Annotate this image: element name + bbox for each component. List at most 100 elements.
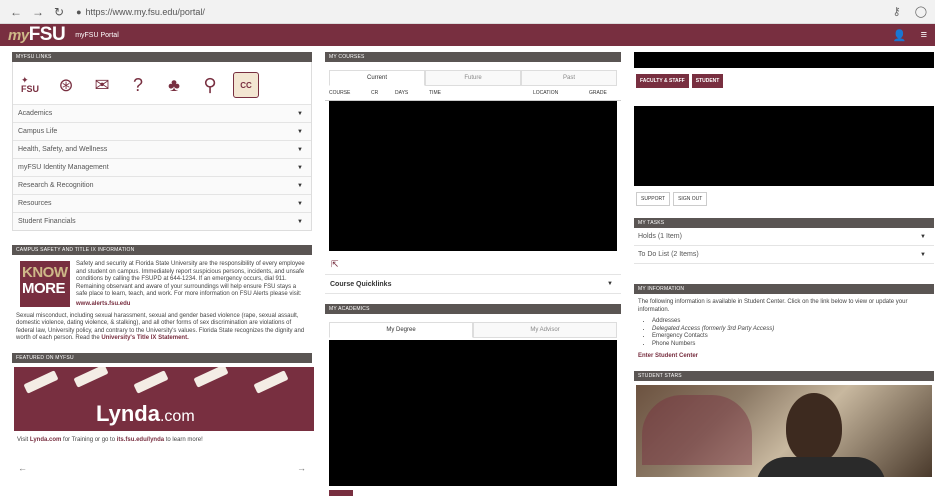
role-buttons: FACULTY & STAFF STUDENT (634, 68, 934, 94)
lynda-logo: Lynda.com (96, 401, 195, 427)
app-header: myFSU myFSU Portal 👤 ≡ (0, 24, 935, 46)
sign-out-button[interactable]: SIGN OUT (673, 192, 708, 206)
info-item: Delegated Access (formerly 3rd Party Acc… (652, 326, 930, 334)
menu-student-financials[interactable]: Student Financials ▼ (13, 212, 311, 230)
tab-past[interactable]: Past (521, 70, 617, 86)
caption-text: to learn more! (165, 436, 203, 443)
logo-my: my (8, 27, 29, 44)
menu-icon[interactable]: ≡ (921, 29, 927, 42)
lynda-link[interactable]: Lynda.com (30, 437, 61, 443)
secure-icon: ● (76, 6, 82, 17)
forward-icon[interactable]: → (32, 5, 44, 19)
info-intro: The following information is available i… (638, 299, 908, 313)
menu-campus-life[interactable]: Campus Life ▼ (13, 122, 311, 140)
logo-fsu: FSU (28, 24, 66, 45)
safety-panel-header: CAMPUS SAFETY AND TITLE IX INFORMATION (12, 245, 312, 255)
chevron-down-icon: ▼ (297, 218, 303, 225)
lifesaver-icon[interactable]: ⊛ (53, 72, 79, 98)
chevron-down-icon: ▼ (297, 110, 303, 117)
photo-background (642, 395, 752, 466)
quicklinks-label: Course Quicklinks (330, 280, 392, 288)
brush-decoration (193, 366, 229, 388)
col-time: TIME (429, 90, 441, 96)
reload-icon[interactable]: ↻ (54, 5, 64, 19)
menu-identity[interactable]: myFSU Identity Management ▼ (13, 158, 311, 176)
academics-button[interactable] (329, 490, 353, 496)
tab-current[interactable]: Current (329, 70, 425, 86)
faculty-staff-button[interactable]: FACULTY & STAFF (636, 74, 689, 88)
photo-subject-shoulders (756, 457, 886, 478)
enter-student-center-link[interactable]: Enter Student Center (638, 353, 930, 361)
menu-label: Academics (18, 110, 53, 117)
cc-icon[interactable]: CC (233, 72, 259, 98)
title-ix-link[interactable]: University's Title IX Statement. (101, 335, 188, 341)
menu-health-safety[interactable]: Health, Safety, and Wellness ▼ (13, 140, 311, 158)
menu-research[interactable]: Research & Recognition ▼ (13, 176, 311, 194)
lynda-banner[interactable]: Lynda.com (14, 366, 314, 431)
right-column: FACULTY & STAFF STUDENT SUPPORT SIGN OUT… (634, 52, 934, 481)
featured-caption: Visit Lynda.com for Training or go to it… (12, 431, 312, 449)
chevron-down-icon: ▼ (297, 182, 303, 189)
its-lynda-link[interactable]: its.fsu.edu/lynda (117, 437, 164, 443)
email-icon[interactable]: ✉ (89, 72, 115, 98)
courses-table-header: COURSE CR DAYS TIME LOCATION GRADE (325, 86, 621, 101)
chevron-down-icon: ▼ (297, 128, 303, 135)
info-item: Emergency Contacts (652, 333, 930, 341)
brush-decoration (73, 366, 109, 388)
browser-nav: ← → ↻ (10, 5, 64, 19)
user-key-icon[interactable]: ⚲ (197, 72, 223, 98)
student-button[interactable]: STUDENT (691, 74, 724, 88)
menu-label: Student Financials (18, 218, 76, 225)
featured-panel-header: FEATURED ON MYFSU (12, 352, 312, 363)
academics-redacted (329, 340, 617, 486)
prev-arrow-icon[interactable]: ← (18, 463, 27, 473)
key-icon[interactable]: ⚷ (893, 5, 901, 18)
profile-redacted (634, 52, 934, 68)
info-item: Phone Numbers (652, 341, 930, 349)
menu-label: Research & Recognition (18, 182, 94, 189)
portal-title: myFSU Portal (75, 31, 119, 39)
user-icon[interactable]: 👤 (893, 29, 907, 42)
task-label: Holds (1 Item) (638, 233, 682, 240)
next-arrow-icon[interactable]: → (297, 463, 306, 473)
student-stars-photo[interactable] (636, 385, 932, 478)
app-header-actions: 👤 ≡ (893, 29, 927, 42)
profile-icon[interactable]: ◯ (915, 5, 927, 18)
support-button[interactable]: SUPPORT (636, 192, 671, 206)
chevron-down-icon: ▼ (297, 146, 303, 153)
info-panel-header: MY INFORMATION (634, 284, 934, 294)
courses-panel-header: MY COURSES (325, 52, 621, 62)
sc-icon[interactable]: ♣ (161, 72, 187, 98)
fsu-icon[interactable]: ✦ FSU (17, 72, 43, 98)
brush-decoration (23, 370, 59, 394)
back-icon[interactable]: ← (10, 5, 22, 19)
col-location: LOCATION (533, 90, 559, 96)
url-text[interactable]: https://www.my.fsu.edu/portal/ (86, 7, 205, 17)
help-icon[interactable]: ? (125, 72, 151, 98)
photo-subject (786, 393, 842, 464)
menu-resources[interactable]: Resources ▼ (13, 194, 311, 212)
links-panel-header: MYFSU LINKS (12, 52, 312, 62)
col-course: COURSE (329, 90, 351, 96)
task-holds[interactable]: Holds (1 Item) ▼ (634, 228, 934, 246)
tab-my-degree[interactable]: My Degree (329, 322, 473, 338)
task-todo[interactable]: To Do List (2 Items) ▼ (634, 246, 934, 264)
academics-tabs: My Degree My Advisor (325, 314, 621, 338)
chevron-down-icon: ▼ (920, 251, 926, 258)
lynda-brand: Lynda (96, 400, 160, 426)
menu-label: Resources (18, 200, 52, 207)
course-quicklinks[interactable]: Course Quicklinks ▼ (325, 274, 621, 294)
myfsu-logo[interactable]: myFSU (8, 24, 66, 46)
stars-panel-header: STUDENT STARS (634, 371, 934, 382)
account-actions: SUPPORT SIGN OUT (634, 186, 934, 212)
menu-label: Health, Safety, and Wellness (18, 146, 108, 153)
left-column: MYFSU LINKS ✦ FSU ⊛ ✉ ? ♣ ⚲ CC Academics ▼… (12, 52, 314, 487)
menu-academics[interactable]: Academics ▼ (13, 104, 311, 122)
tab-my-advisor[interactable]: My Advisor (473, 322, 617, 338)
address-bar[interactable]: ● https://www.my.fsu.edu/portal/ (76, 7, 205, 17)
info-item: Addresses (652, 318, 930, 326)
export-icon[interactable]: ⇱ (325, 251, 621, 274)
chevron-down-icon: ▼ (297, 200, 303, 207)
courses-tabs: Current Future Past (325, 62, 621, 86)
tab-future[interactable]: Future (425, 70, 521, 86)
